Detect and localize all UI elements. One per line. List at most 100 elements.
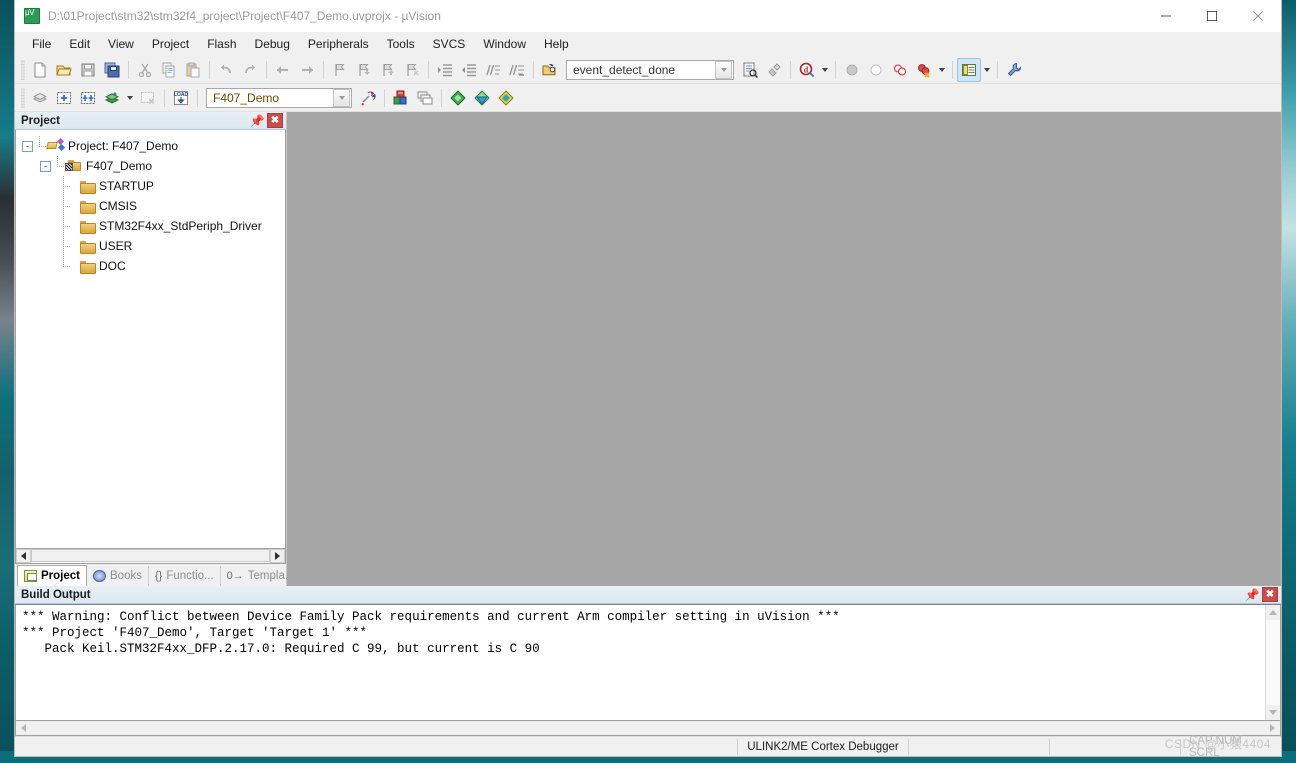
- goto-definition-icon[interactable]: [762, 58, 786, 82]
- window-layout-icon[interactable]: [957, 57, 981, 82]
- bookmark-prev-icon[interactable]: [352, 58, 376, 82]
- manage-multi-project-icon[interactable]: [413, 86, 437, 110]
- title-bar: D:\01Project\stm32\stm32f4_project\Proje…: [15, 0, 1281, 32]
- breakpoints-dropdown-icon[interactable]: [936, 58, 948, 82]
- tree-item-group[interactable]: STARTUP: [22, 176, 285, 196]
- debug-start-icon[interactable]: d: [795, 58, 819, 82]
- target-select[interactable]: F407_Demo: [206, 87, 352, 108]
- toolbar-grip[interactable]: [21, 59, 25, 80]
- tree-item-project[interactable]: - Project: F407_Demo: [22, 136, 285, 156]
- batch-build-icon[interactable]: [100, 86, 124, 110]
- close-icon[interactable]: ✖: [1262, 587, 1278, 602]
- window-layout-dropdown-icon[interactable]: [981, 58, 993, 82]
- expander-icon[interactable]: -: [22, 140, 33, 152]
- toolbar-grip[interactable]: [21, 87, 25, 108]
- bookmark-clear-icon[interactable]: [400, 58, 424, 82]
- menu-view[interactable]: View: [99, 34, 143, 55]
- build-output-body[interactable]: *** Warning: Conflict between Device Fam…: [15, 604, 1281, 721]
- download-icon[interactable]: LOAD: [169, 86, 193, 110]
- scroll-track[interactable]: [1266, 620, 1280, 705]
- menu-project[interactable]: Project: [143, 34, 198, 55]
- minimize-button[interactable]: [1143, 0, 1189, 32]
- manage-project-items-icon[interactable]: [389, 86, 413, 110]
- svcs-icon[interactable]: [494, 86, 518, 110]
- menu-debug[interactable]: Debug: [246, 34, 299, 55]
- build-output-vscrollbar[interactable]: [1265, 605, 1280, 720]
- find-in-files-icon[interactable]: [538, 58, 562, 82]
- outdent-icon[interactable]: [457, 58, 481, 82]
- scroll-left-button[interactable]: [16, 549, 31, 563]
- menu-tools[interactable]: Tools: [378, 34, 424, 55]
- uncomment-icon[interactable]: [505, 58, 529, 82]
- breakpoint-kill-all-icon[interactable]: [912, 58, 936, 82]
- pin-icon[interactable]: 📌: [1244, 587, 1260, 603]
- scroll-up-button[interactable]: [1266, 605, 1280, 620]
- menu-peripherals[interactable]: Peripherals: [299, 34, 378, 55]
- indent-icon[interactable]: [433, 58, 457, 82]
- build-icon[interactable]: [52, 86, 76, 110]
- tree-item-target[interactable]: - F407_Demo: [22, 156, 285, 176]
- scroll-left-button[interactable]: [16, 721, 31, 735]
- breakpoint-disable-all-icon[interactable]: [888, 58, 912, 82]
- debug-dropdown-icon[interactable]: [819, 58, 831, 82]
- target-options-icon[interactable]: [356, 86, 380, 110]
- menu-window[interactable]: Window: [474, 34, 535, 55]
- cut-icon[interactable]: [133, 58, 157, 82]
- rebuild-icon[interactable]: [76, 86, 100, 110]
- run-time-env-icon[interactable]: [470, 86, 494, 110]
- save-icon[interactable]: [76, 58, 100, 82]
- pack-installer-icon[interactable]: [446, 86, 470, 110]
- menu-svcs[interactable]: SVCS: [424, 34, 475, 55]
- scroll-down-button[interactable]: [1266, 705, 1280, 720]
- project-panel-title: Project: [21, 114, 60, 127]
- navigate-back-icon[interactable]: [271, 58, 295, 82]
- browse-icon[interactable]: [738, 58, 762, 82]
- scroll-right-button[interactable]: [270, 549, 285, 563]
- close-button[interactable]: [1235, 0, 1281, 32]
- batch-build-dropdown-icon[interactable]: [124, 86, 136, 110]
- tree-item-group[interactable]: STM32F4xx_StdPeriph_Driver: [22, 216, 285, 236]
- expander-icon[interactable]: -: [40, 160, 51, 172]
- toolbar-separator: [209, 60, 210, 79]
- stop-build-icon[interactable]: [136, 86, 160, 110]
- search-dropdown-icon[interactable]: [715, 60, 732, 79]
- tab-functions[interactable]: {} Functio...: [149, 566, 221, 586]
- pin-icon[interactable]: 📌: [249, 113, 265, 129]
- search-input[interactable]: event_detect_done: [566, 59, 734, 80]
- menu-file[interactable]: File: [23, 34, 60, 55]
- undo-icon[interactable]: [214, 58, 238, 82]
- breakpoint-disable-icon[interactable]: [864, 58, 888, 82]
- new-file-icon[interactable]: [28, 58, 52, 82]
- editor-client-area[interactable]: [287, 112, 1281, 586]
- configure-icon[interactable]: [1002, 58, 1026, 82]
- scroll-right-button[interactable]: [1265, 721, 1280, 735]
- close-icon[interactable]: ✖: [267, 113, 283, 128]
- menu-edit[interactable]: Edit: [60, 34, 99, 55]
- maximize-button[interactable]: [1189, 0, 1235, 32]
- tab-project[interactable]: Project: [17, 565, 87, 586]
- menu-flash[interactable]: Flash: [198, 34, 245, 55]
- project-icon: [46, 137, 66, 153]
- menu-help[interactable]: Help: [535, 34, 578, 55]
- project-tree-hscrollbar[interactable]: [15, 549, 286, 564]
- paste-icon[interactable]: [181, 58, 205, 82]
- breakpoint-insert-icon[interactable]: [840, 58, 864, 82]
- navigate-forward-icon[interactable]: [295, 58, 319, 82]
- tree-item-group[interactable]: DOC: [22, 256, 285, 276]
- desktop-right-wallpaper: [1282, 0, 1296, 763]
- project-tree[interactable]: - Project: F407_Demo - F407_Demo STARTUP…: [15, 130, 286, 549]
- tree-item-group[interactable]: USER: [22, 236, 285, 256]
- redo-icon[interactable]: [238, 58, 262, 82]
- comment-icon[interactable]: [481, 58, 505, 82]
- build-output-hscrollbar[interactable]: [15, 721, 1281, 736]
- open-file-icon[interactable]: [52, 58, 76, 82]
- target-dropdown-icon[interactable]: [333, 88, 350, 107]
- bookmark-next-icon[interactable]: [376, 58, 400, 82]
- tab-books[interactable]: Books: [87, 566, 149, 586]
- bookmark-toggle-icon[interactable]: [328, 58, 352, 82]
- tree-item-group[interactable]: CMSIS: [22, 196, 285, 216]
- save-all-icon[interactable]: [100, 58, 124, 82]
- copy-icon[interactable]: [157, 58, 181, 82]
- scroll-track[interactable]: [31, 549, 270, 563]
- translate-icon[interactable]: [28, 86, 52, 110]
